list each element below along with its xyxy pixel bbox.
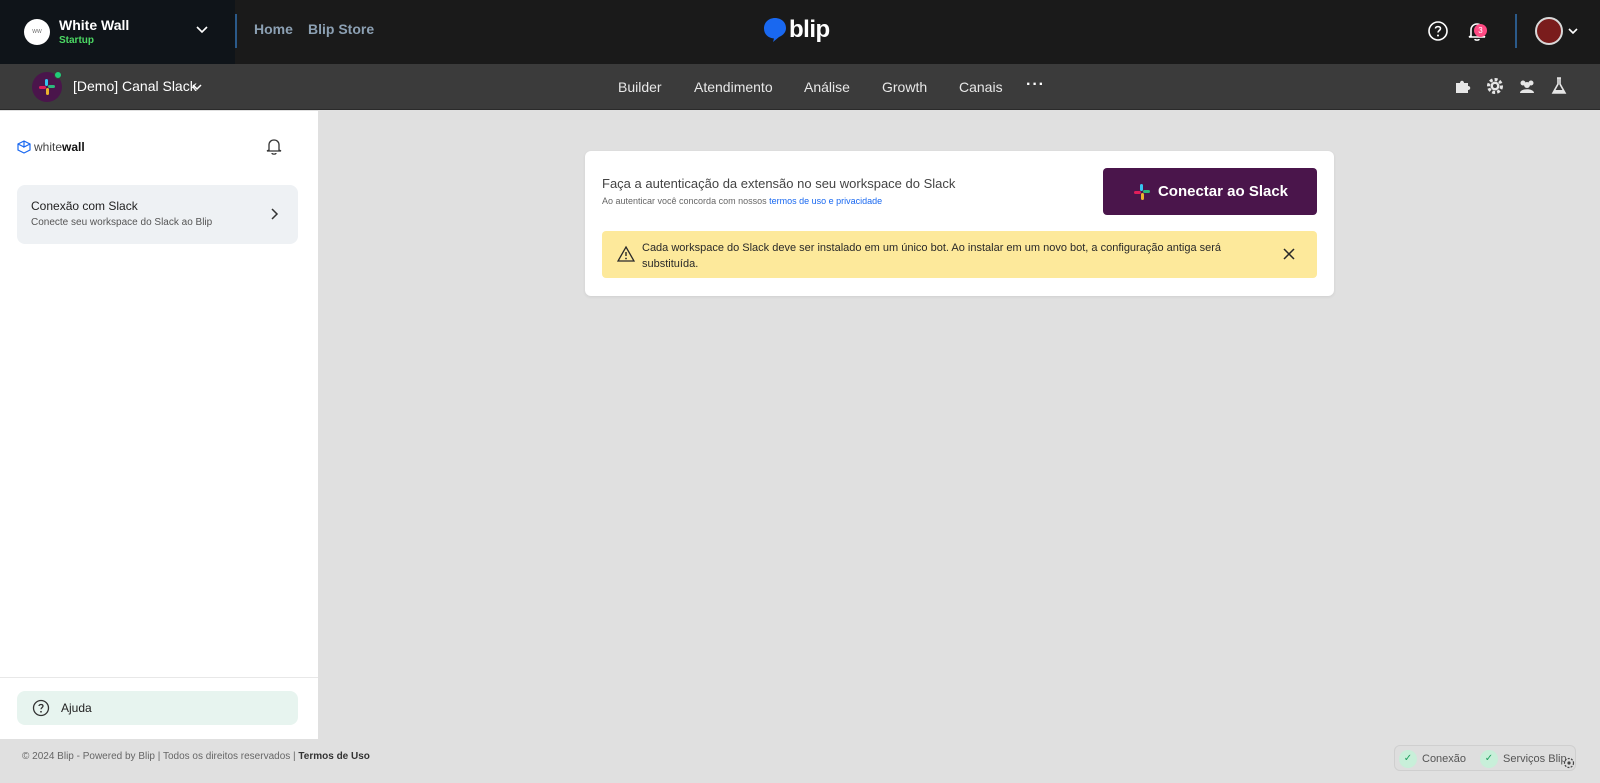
more-tabs-button[interactable]: ··· (1026, 76, 1045, 94)
whitewall-logo: white wall (17, 140, 85, 154)
gear-icon[interactable] (1485, 76, 1505, 96)
chevron-down-icon[interactable] (1567, 25, 1579, 37)
blip-store-link[interactable]: Blip Store (308, 21, 374, 37)
connect-slack-button[interactable]: Conectar ao Slack (1103, 168, 1317, 215)
tab-analise[interactable]: Análise (804, 79, 850, 95)
puzzle-icon[interactable] (1453, 76, 1473, 96)
sidebar-item-title: Conexão com Slack (31, 199, 138, 213)
online-indicator (54, 71, 62, 79)
sidebar-item-subtitle: Conecte seu workspace do Slack ao Blip (31, 217, 213, 228)
alert-message: Cada workspace do Slack deve ser instala… (642, 242, 1222, 270)
notification-badge: 3 (1474, 24, 1487, 37)
connect-slack-label: Conectar ao Slack (1157, 183, 1289, 200)
status-services-label: Serviços Blip (1503, 753, 1567, 765)
terms-of-use-link[interactable]: Termos de Uso (298, 751, 370, 762)
tab-atendimento[interactable]: Atendimento (694, 79, 773, 95)
top-bar: WW White Wall Startup Home Blip Store bl… (0, 0, 1600, 64)
footer-text: © 2024 Blip - Powered by Blip | Todos os… (22, 751, 299, 762)
sidebar: white wall Conexão com Slack Conecte seu … (0, 111, 318, 739)
divider (235, 14, 237, 48)
status-connection: ✓ Conexão (1399, 750, 1466, 768)
tab-canais[interactable]: Canais (959, 79, 1003, 95)
org-plan: Startup (59, 34, 94, 46)
logo-bold-text: wall (62, 140, 85, 154)
status-panel[interactable]: ✓ Conexão ✓ Serviços Blip (1394, 745, 1576, 771)
status-connection-label: Conexão (1422, 753, 1467, 765)
home-link[interactable]: Home (254, 21, 293, 37)
bell-icon[interactable] (264, 136, 284, 156)
terms-link[interactable]: termos de uso e privacidade (769, 196, 882, 206)
help-icon (32, 699, 50, 717)
warning-alert: Cada workspace do Slack deve ser instala… (602, 231, 1317, 278)
close-icon[interactable] (1282, 247, 1296, 261)
help-button[interactable]: Ajuda (17, 691, 298, 725)
status-services: ✓ Serviços Blip (1480, 750, 1567, 768)
check-icon: ✓ (1399, 750, 1417, 768)
footer: © 2024 Blip - Powered by Blip | Todos os… (22, 751, 370, 762)
settings-icon[interactable] (1562, 756, 1576, 770)
help-icon[interactable] (1427, 20, 1449, 42)
divider (0, 677, 318, 678)
chevron-right-icon (271, 208, 279, 220)
card-subtitle-text: Ao autenticar você concorda com nossos (602, 196, 770, 206)
org-name: White Wall (59, 16, 130, 33)
blip-logo-text: blip (789, 16, 830, 43)
user-avatar[interactable] (1535, 17, 1563, 45)
bot-bar: [Demo] Canal Slack Builder Atendimento A… (0, 64, 1600, 110)
org-text: White Wall Startup (59, 17, 129, 48)
check-icon: ✓ (1480, 750, 1498, 768)
tab-growth[interactable]: Growth (882, 79, 927, 95)
cube-icon (17, 140, 31, 154)
warning-icon (617, 245, 635, 262)
blip-logo[interactable]: blip (763, 16, 830, 44)
chevron-down-icon[interactable] (192, 82, 202, 92)
slack-icon (1133, 183, 1150, 200)
card-title: Faça a autenticação da extensão no seu w… (602, 176, 956, 191)
blip-bubble-icon (764, 18, 786, 42)
flask-icon[interactable] (1549, 76, 1569, 96)
divider (1515, 14, 1517, 48)
bot-name[interactable]: [Demo] Canal Slack (73, 78, 197, 94)
team-icon[interactable] (1517, 76, 1537, 96)
org-switcher[interactable]: WW White Wall Startup (0, 0, 235, 64)
slack-auth-card: Faça a autenticação da extensão no seu w… (585, 151, 1334, 296)
help-label: Ajuda (61, 701, 92, 715)
sidebar-item-slack-connection[interactable]: Conexão com Slack Conecte seu workspace … (17, 185, 298, 244)
logo-light-text: white (34, 140, 63, 154)
tab-builder[interactable]: Builder (618, 79, 662, 95)
org-avatar: WW (24, 19, 50, 45)
card-subtitle: Ao autenticar você concorda com nossos t… (602, 196, 882, 206)
chevron-down-icon[interactable] (195, 22, 209, 36)
